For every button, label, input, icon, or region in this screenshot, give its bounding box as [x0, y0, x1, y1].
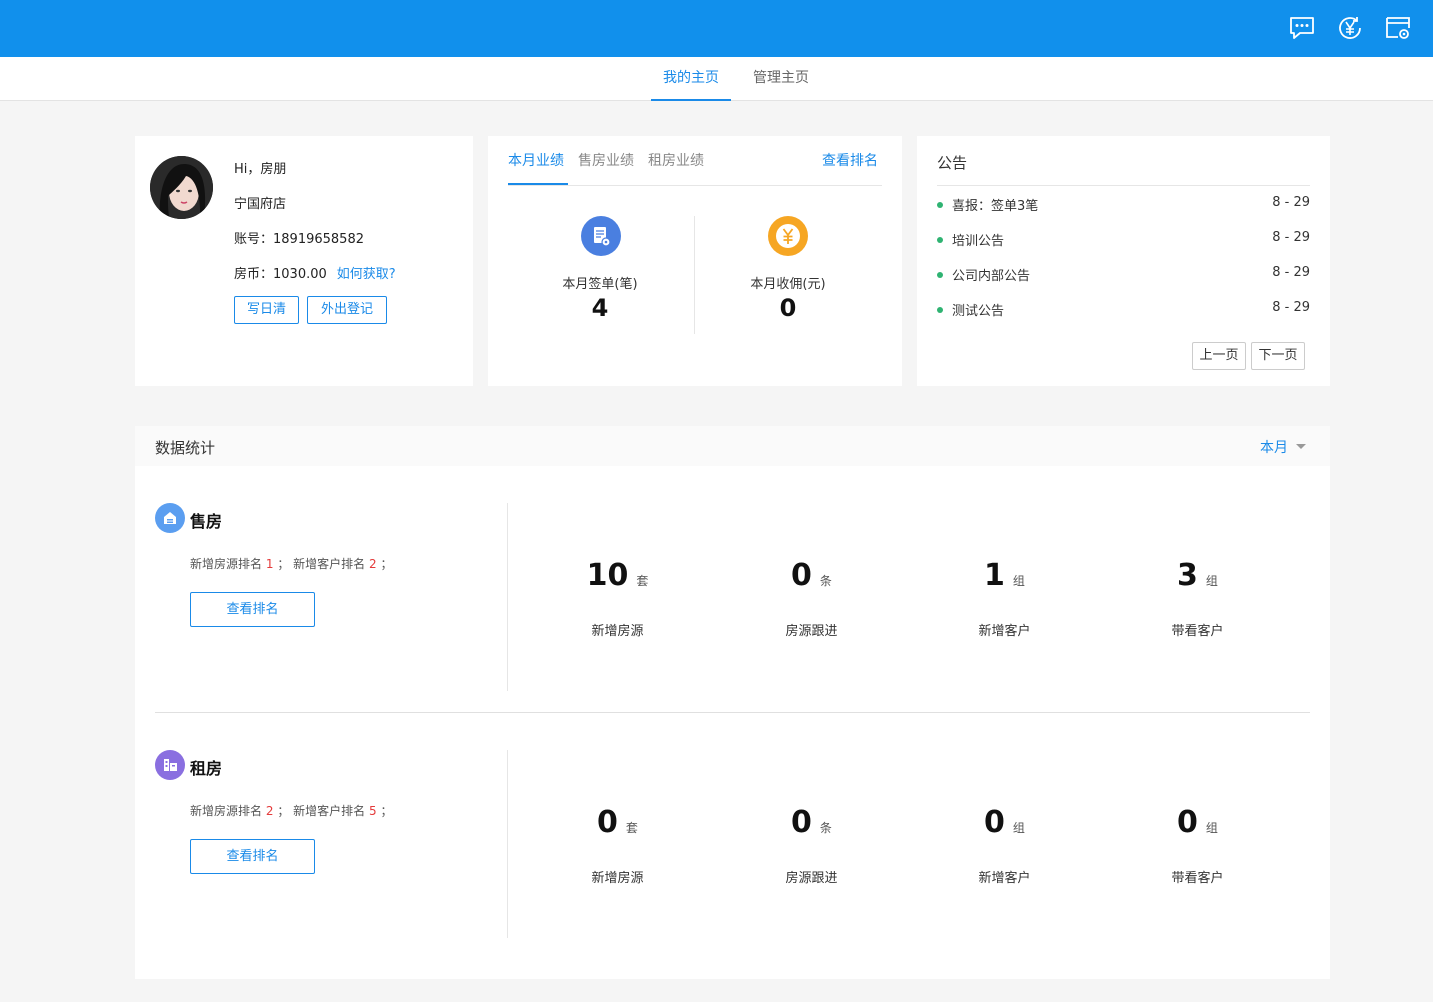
sale-metric-new-listings: 10 套	[586, 558, 649, 593]
rent-metric-viewings: 0组	[1177, 805, 1218, 840]
prev-page-button[interactable]: 上一页	[1192, 342, 1246, 370]
chat-icon[interactable]	[1288, 14, 1316, 42]
coins-label: 房币：	[234, 267, 274, 282]
sale-section-title: 售房	[190, 512, 223, 531]
coins-line: 房币：1030.00 如何获取?	[234, 263, 396, 282]
performance-card: 本月业绩 售房业绩 租房业绩 查看排名 本月签单(笔) 4 本月收佣(元) 0	[488, 136, 902, 386]
notice-item[interactable]: 培训公告 8 - 29	[937, 230, 1310, 250]
notice-item[interactable]: 喜报：签单3笔 8 - 29	[937, 195, 1310, 215]
monthly-signed-label: 本月签单(笔)	[562, 277, 638, 292]
tab-monthly-performance[interactable]: 本月业绩	[508, 150, 568, 185]
rent-label-new-listings: 新增房源	[591, 871, 644, 886]
monthly-commission-label: 本月收佣(元)	[750, 277, 826, 292]
notice-title: 公告	[937, 154, 968, 172]
monthly-signed-value: 4	[591, 294, 609, 322]
sale-metric-new-customers: 1组	[984, 558, 1025, 593]
avatar[interactable]	[150, 156, 213, 219]
bullet-dot	[937, 237, 943, 243]
rent-view-ranking-button[interactable]: 查看排名	[190, 839, 315, 874]
write-daily-button[interactable]: 写日清	[234, 296, 299, 324]
sale-metric-followups: 0条	[791, 558, 832, 593]
sale-label-new-listings: 新增房源	[591, 624, 644, 639]
rent-metric-new-customers: 0组	[984, 805, 1025, 840]
notice-date: 8 - 29	[1272, 265, 1310, 280]
notice-text: 喜报：签单3笔	[952, 199, 1039, 214]
notice-text: 培训公告	[952, 234, 1005, 249]
sale-label-new-customers: 新增客户	[978, 624, 1031, 639]
main-tab-bar: 我的主页 管理主页	[0, 57, 1433, 101]
sale-label-followups: 房源跟进	[785, 624, 838, 639]
tab-rent-performance[interactable]: 租房业绩	[648, 150, 704, 185]
notice-text: 测试公告	[952, 304, 1005, 319]
contract-icon	[581, 216, 621, 256]
notice-card: 公告 喜报：签单3笔 8 - 29 培训公告 8 - 29 公司内部公告 8 - 29…	[917, 136, 1330, 386]
outing-register-button[interactable]: 外出登记	[307, 296, 387, 324]
notice-item[interactable]: 公司内部公告 8 - 29	[937, 265, 1310, 285]
divider	[508, 185, 882, 186]
yen-coin-icon	[768, 216, 808, 256]
store-name: 宁国府店	[234, 197, 287, 212]
notice-item[interactable]: 测试公告 8 - 29	[937, 300, 1310, 320]
rent-label-followups: 房源跟进	[785, 871, 838, 886]
how-to-get-link[interactable]: 如何获取?	[337, 267, 396, 282]
divider	[937, 185, 1310, 186]
data-stats-card: 数据统计 本月 售房 新增房源排名 1 ； 新增客户排名 2 ； 查看排名 10…	[135, 426, 1330, 979]
rent-metric-followups: 0条	[791, 805, 832, 840]
next-page-button[interactable]: 下一页	[1251, 342, 1305, 370]
view-ranking-link[interactable]: 查看排名	[822, 150, 878, 185]
bullet-dot	[937, 272, 943, 278]
notice-date: 8 - 29	[1272, 195, 1310, 210]
stats-header: 数据统计 本月	[135, 426, 1330, 466]
rent-rank-line: 新增房源排名 2 ； 新增客户排名 5 ；	[190, 804, 393, 818]
account-number: 18919658582	[273, 232, 364, 247]
vertical-divider	[507, 750, 508, 938]
period-value: 本月	[1260, 440, 1288, 456]
notice-text: 公司内部公告	[952, 269, 1031, 284]
notice-date: 8 - 29	[1272, 230, 1310, 245]
rent-metric-new-listings: 0套	[597, 805, 638, 840]
sale-metric-viewings: 3组	[1177, 558, 1218, 593]
account-line: 账号：18919658582	[234, 228, 364, 247]
monthly-commission-value: 0	[779, 294, 797, 322]
sale-label-viewings: 带看客户	[1171, 624, 1224, 639]
settings-window-icon[interactable]	[1384, 14, 1412, 42]
notice-date: 8 - 29	[1272, 300, 1310, 315]
vertical-divider	[507, 503, 508, 691]
house-rent-icon	[155, 750, 185, 780]
sale-rank-line: 新增房源排名 1 ； 新增客户排名 2 ；	[190, 557, 393, 571]
stats-title: 数据统计	[155, 439, 216, 457]
rent-section-title: 租房	[190, 759, 223, 778]
account-label: 账号：	[234, 232, 274, 247]
top-bar	[0, 0, 1433, 57]
rent-label-new-customers: 新增客户	[978, 871, 1031, 886]
period-dropdown[interactable]: 本月	[1260, 437, 1306, 457]
caret-down-icon	[1296, 443, 1306, 449]
vertical-divider	[694, 216, 695, 334]
rent-label-viewings: 带看客户	[1171, 871, 1224, 886]
profile-card: Hi，房朋 宁国府店 账号：18919658582 房币：1030.00 如何获取…	[135, 136, 473, 386]
tab-my-home[interactable]: 我的主页	[651, 57, 731, 101]
greeting: Hi，房朋	[234, 162, 287, 177]
bullet-dot	[937, 202, 943, 208]
section-divider	[155, 712, 1310, 713]
house-sale-icon	[155, 503, 185, 533]
bullet-dot	[937, 307, 943, 313]
sale-view-ranking-button[interactable]: 查看排名	[190, 592, 315, 627]
coins-value: 1030.00	[273, 267, 327, 282]
tab-manage-home[interactable]: 管理主页	[741, 57, 821, 101]
yen-refresh-icon[interactable]	[1336, 14, 1364, 42]
tab-sale-performance[interactable]: 售房业绩	[578, 150, 634, 185]
